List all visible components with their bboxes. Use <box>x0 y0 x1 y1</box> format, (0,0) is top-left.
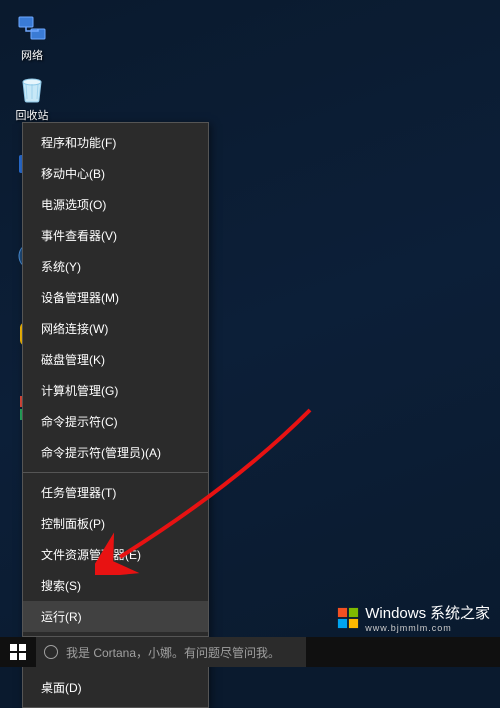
menu-item-label: 任务管理器(T) <box>41 484 116 501</box>
menu-item[interactable]: 运行(R) <box>23 601 208 632</box>
cortana-search-box[interactable]: 我是 Cortana，小娜。有问题尽管问我。 <box>36 637 306 667</box>
winx-context-menu: 程序和功能(F) 移动中心(B) 电源选项(O) 事件查看器(V) 系统(Y) 设备管理器… <box>22 122 209 708</box>
windows-logo-icon <box>337 607 359 629</box>
taskbar: 我是 Cortana，小娜。有问题尽管问我。 <box>0 637 500 667</box>
windows-start-icon <box>10 644 26 660</box>
cortana-placeholder: 我是 Cortana，小娜。有问题尽管问我。 <box>66 644 280 661</box>
menu-item[interactable]: 网络连接(W) <box>23 313 208 344</box>
network-icon <box>14 10 50 46</box>
menu-separator <box>23 472 208 473</box>
watermark-sub-cn: 系统之家 <box>430 605 490 622</box>
menu-item-label: 电源选项(O) <box>41 196 106 213</box>
menu-item-label: 移动中心(B) <box>41 165 105 182</box>
menu-item-label: 文件资源管理器(E) <box>41 546 141 563</box>
menu-item[interactable]: 事件查看器(V) <box>23 220 208 251</box>
menu-item[interactable]: 系统(Y) <box>23 251 208 282</box>
menu-item[interactable]: 任务管理器(T) <box>23 477 208 508</box>
menu-item[interactable]: 控制面板(P) <box>23 508 208 539</box>
menu-item[interactable]: 移动中心(B) <box>23 158 208 189</box>
menu-item-label: 磁盘管理(K) <box>41 351 105 368</box>
start-button[interactable] <box>0 637 36 667</box>
menu-item-label: 搜索(S) <box>41 577 81 594</box>
menu-item[interactable]: 设备管理器(M) <box>23 282 208 313</box>
menu-item[interactable]: 命令提示符(C) <box>23 406 208 437</box>
menu-item-label: 桌面(D) <box>41 679 82 696</box>
desktop-icon-recycle-bin[interactable]: 回收站 <box>4 70 60 123</box>
watermark: Windows 系统之家 www.bjmmlm.com <box>337 602 490 633</box>
menu-item-label: 设备管理器(M) <box>41 289 119 306</box>
menu-item-label: 事件查看器(V) <box>41 227 117 244</box>
menu-item-label: 控制面板(P) <box>41 515 105 532</box>
menu-item-label: 系统(Y) <box>41 258 81 275</box>
menu-item[interactable]: 计算机管理(G) <box>23 375 208 406</box>
menu-item-label: 程序和功能(F) <box>41 134 116 151</box>
watermark-main: Windows <box>365 605 426 622</box>
menu-item[interactable]: 命令提示符(管理员)(A) <box>23 437 208 468</box>
icon-label: 网络 <box>4 50 60 63</box>
menu-item[interactable]: 搜索(S) <box>23 570 208 601</box>
menu-item[interactable]: 程序和功能(F) <box>23 127 208 158</box>
menu-item-label: 命令提示符(管理员)(A) <box>41 444 161 461</box>
menu-item[interactable]: 磁盘管理(K) <box>23 344 208 375</box>
cortana-icon <box>44 645 58 659</box>
watermark-url: www.bjmmlm.com <box>365 623 490 633</box>
menu-item-label: 网络连接(W) <box>41 320 108 337</box>
menu-item-label: 命令提示符(C) <box>41 413 118 430</box>
menu-item-label: 运行(R) <box>41 608 82 625</box>
desktop-icon-network[interactable]: 网络 <box>4 10 60 63</box>
trash-icon <box>14 70 50 106</box>
menu-item-label: 计算机管理(G) <box>41 382 118 399</box>
menu-item[interactable]: 桌面(D) <box>23 672 208 703</box>
menu-item[interactable]: 文件资源管理器(E) <box>23 539 208 570</box>
desktop[interactable]: 网络 回收站 控 驱 <box>0 0 500 667</box>
menu-item[interactable]: 电源选项(O) <box>23 189 208 220</box>
